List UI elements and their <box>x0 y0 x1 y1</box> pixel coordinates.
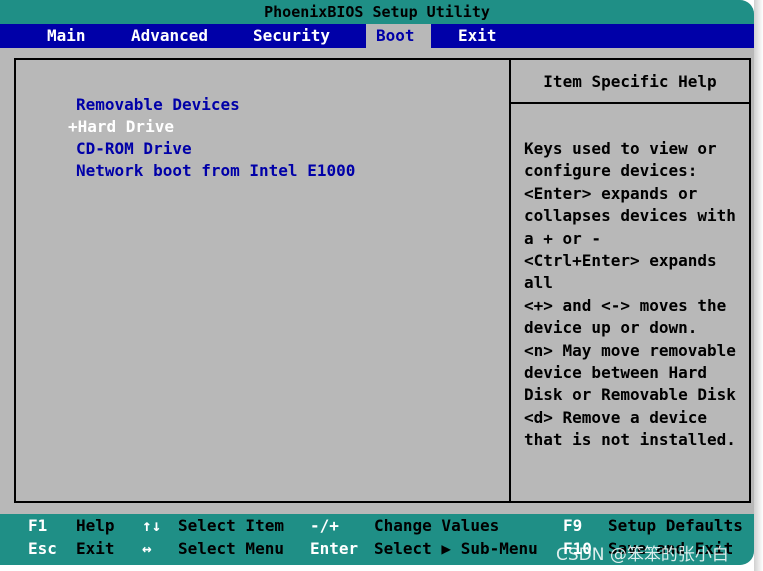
help-header: Item Specific Help <box>511 60 749 104</box>
help-text: Keys used to view or configure devices: … <box>524 138 748 452</box>
menu-boot[interactable]: Boot <box>366 24 431 48</box>
key-select-item-desc: Select Item <box>178 516 284 535</box>
boot-item-cdrom-drive[interactable]: CD-ROM Drive <box>76 139 192 159</box>
key-enter: Enter <box>310 539 359 558</box>
boot-item-network-boot[interactable]: Network boot from Intel E1000 <box>76 161 355 181</box>
key-f1: F1 <box>28 516 48 535</box>
setup-panel: Removable Devices +Hard Drive CD-ROM Dri… <box>14 58 751 503</box>
key-esc-desc: Exit <box>76 539 115 558</box>
boot-order-area: Removable Devices +Hard Drive CD-ROM Dri… <box>16 60 511 501</box>
help-line: Disk or Removable Disk <box>524 385 736 405</box>
key-f9-desc: Setup Defaults <box>608 516 743 535</box>
side-shadow <box>754 0 763 571</box>
key-select-menu-desc: Select Menu <box>178 539 284 558</box>
boot-item-removable-devices[interactable]: Removable Devices <box>76 95 240 115</box>
help-line: that is not installed. <box>524 430 736 450</box>
menu-exit[interactable]: Exit <box>454 24 501 48</box>
bios-screen: PhoenixBIOS Setup Utility Main Advanced … <box>0 0 754 565</box>
key-esc: Esc <box>28 539 57 558</box>
arrows-leftright-icon: ↔ <box>142 539 152 558</box>
menu-advanced[interactable]: Advanced <box>127 24 212 48</box>
help-line: all <box>524 273 553 293</box>
help-line: <Ctrl+Enter> expands <box>524 251 717 271</box>
menu-security[interactable]: Security <box>249 24 334 48</box>
window-title: PhoenixBIOS Setup Utility <box>0 0 754 24</box>
help-line: <Enter> expands or <box>524 183 698 203</box>
key-minus-plus: -/+ <box>310 516 339 535</box>
key-f9: F9 <box>563 516 583 535</box>
help-line: <n> May move removable <box>524 340 736 360</box>
help-line: collapses devices with <box>524 206 736 226</box>
key-enter-desc: Select ▶ Sub-Menu <box>374 539 538 558</box>
help-line: device between Hard <box>524 363 708 383</box>
help-line: a + or - <box>524 228 602 248</box>
arrows-updown-icon: ↑↓ <box>142 516 162 535</box>
watermark-text: CSDN @笨笨的张小白 <box>556 545 729 565</box>
help-line: Keys used to view or <box>524 139 717 158</box>
help-line: device up or down. <box>524 318 698 338</box>
key-change-values-desc: Change Values <box>374 516 500 535</box>
menu-main[interactable]: Main <box>43 24 90 48</box>
help-line: <+> and <-> moves the <box>524 295 727 315</box>
key-f1-desc: Help <box>76 516 115 535</box>
help-line: configure devices: <box>524 161 698 181</box>
boot-item-hard-drive[interactable]: +Hard Drive <box>68 117 174 137</box>
help-line: <d> Remove a device <box>524 407 708 427</box>
menu-bar: Main Advanced Security Boot Exit <box>0 24 754 48</box>
